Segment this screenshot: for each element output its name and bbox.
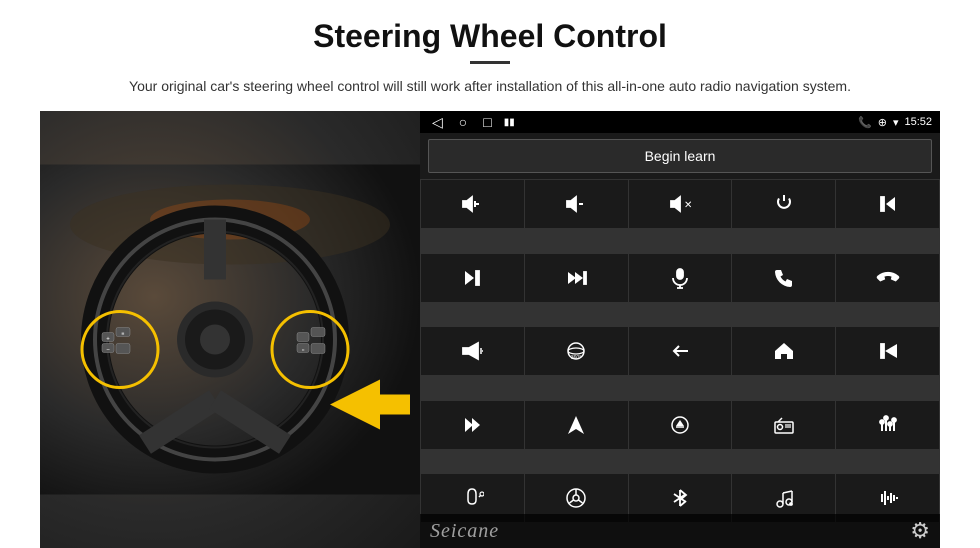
bottom-bar: Seicane ⚙ xyxy=(420,514,940,548)
icon-grid: ✕ xyxy=(420,179,940,548)
fast-forward-skip-button[interactable] xyxy=(525,254,628,302)
begin-learn-button[interactable]: Begin learn xyxy=(428,139,932,173)
back-button[interactable] xyxy=(629,327,732,375)
next-track-button[interactable] xyxy=(421,254,524,302)
phone-call-button[interactable] xyxy=(732,254,835,302)
title-divider xyxy=(470,61,510,64)
status-time: 15:52 xyxy=(904,116,932,128)
svg-text:360°: 360° xyxy=(571,355,581,361)
horn-button[interactable] xyxy=(421,327,524,375)
status-bar-left: ◁ ○ □ ▮▮ xyxy=(428,114,515,131)
skip-prev-button[interactable] xyxy=(836,327,939,375)
fast-fwd-button[interactable] xyxy=(421,401,524,449)
location-icon: ⊕ xyxy=(878,116,887,129)
steering-wheel-bg: + ≡ − ○ xyxy=(40,111,420,548)
svg-text:○: ○ xyxy=(301,348,304,354)
hang-up-button[interactable] xyxy=(836,254,939,302)
vol-down-button[interactable] xyxy=(525,180,628,228)
radio-button[interactable] xyxy=(732,401,835,449)
page-wrapper: Steering Wheel Control Your original car… xyxy=(0,0,980,548)
equalizer-button[interactable] xyxy=(836,401,939,449)
svg-text:✕: ✕ xyxy=(684,200,692,211)
microphone-button[interactable] xyxy=(629,254,732,302)
begin-learn-row: Begin learn xyxy=(420,133,940,179)
status-bar-right: 📞 ⊕ ▾ 15:52 xyxy=(858,116,932,129)
nav-recent-btn[interactable]: □ xyxy=(479,114,495,130)
left-panel: + ≡ − ○ xyxy=(40,111,420,548)
svg-text:−: − xyxy=(106,348,110,354)
nav-back-btn[interactable]: ◁ xyxy=(428,114,447,131)
settings-gear-icon[interactable]: ⚙ xyxy=(910,518,930,544)
content-row: + ≡ − ○ xyxy=(40,111,940,548)
power-button[interactable] xyxy=(732,180,835,228)
seicane-logo: Seicane xyxy=(430,520,499,543)
signal-bars: ▮▮ xyxy=(504,117,515,128)
svg-text:+: + xyxy=(106,337,110,343)
vol-up-button[interactable] xyxy=(421,180,524,228)
mute-button[interactable]: ✕ xyxy=(629,180,732,228)
prev-track-button[interactable] xyxy=(836,180,939,228)
nav-home-btn[interactable]: ○ xyxy=(455,114,471,130)
360cam-button[interactable]: 360° xyxy=(525,327,628,375)
page-title: Steering Wheel Control xyxy=(313,18,667,55)
navigation-button[interactable] xyxy=(525,401,628,449)
home-button[interactable] xyxy=(732,327,835,375)
right-panel: ◁ ○ □ ▮▮ 📞 ⊕ ▾ 15:52 Begin learn xyxy=(420,111,940,548)
phone-status-icon: 📞 xyxy=(858,116,872,129)
eject-button[interactable] xyxy=(629,401,732,449)
status-bar: ◁ ○ □ ▮▮ 📞 ⊕ ▾ 15:52 xyxy=(420,111,940,133)
wifi-icon: ▾ xyxy=(893,116,899,129)
svg-text:≡: ≡ xyxy=(122,332,125,338)
page-subtitle: Your original car's steering wheel contr… xyxy=(129,76,851,97)
